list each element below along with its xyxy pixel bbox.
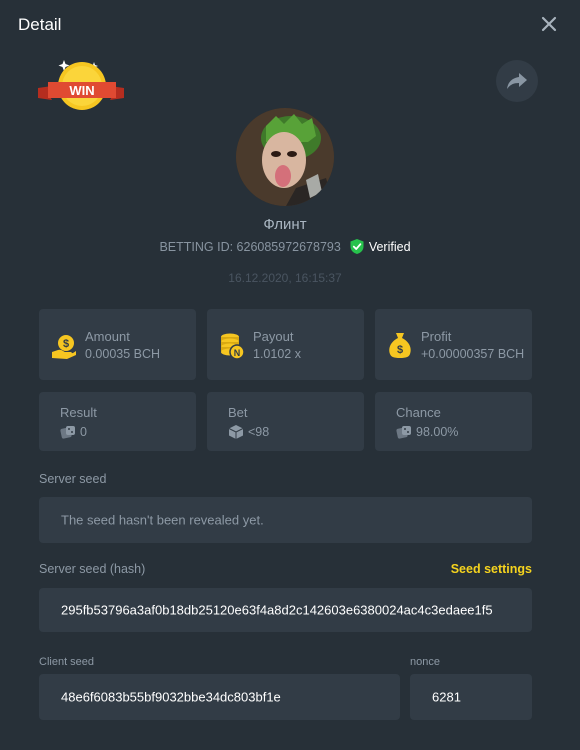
- dice-icon: [60, 424, 76, 445]
- svg-text:$: $: [63, 338, 69, 350]
- verified-label: Verified: [368, 239, 411, 254]
- chance-card: Chance 98.00%: [375, 392, 532, 451]
- bet-timestamp: 16.12.2020, 16:15:37: [228, 271, 342, 285]
- coin-stack-icon: N: [219, 331, 245, 366]
- result-card: Result 0: [39, 392, 196, 451]
- avatar: [236, 108, 334, 206]
- client-seed-value: 48e6f6083b55bf9032bbe34dc803bf1e: [61, 689, 281, 705]
- betting-id-row: BETTING ID: 626085972678793 Verified: [0, 238, 570, 255]
- nonce-label: nonce: [410, 656, 440, 668]
- money-bag-icon: $: [388, 331, 412, 364]
- amount-label: Amount: [85, 329, 130, 344]
- chance-value: 98.00%: [416, 425, 459, 439]
- svg-text:$: $: [397, 344, 403, 356]
- share-button[interactable]: [496, 60, 538, 102]
- server-seed-label: Server seed: [39, 472, 107, 486]
- payout-value: 1.0102 x: [253, 347, 301, 361]
- result-value: 0: [80, 425, 87, 439]
- modal-title: Detail: [18, 15, 62, 34]
- server-seed-hash-value: 295fb53796a3af0b18db25120e63f4a8d2c14260…: [61, 602, 493, 618]
- verified-badge: Verified: [349, 238, 411, 255]
- payout-card: N Payout 1.0102 x: [207, 309, 364, 380]
- server-seed-field: The seed hasn't been revealed yet.: [39, 497, 532, 543]
- bet-label: Bet: [228, 405, 248, 420]
- win-badge: WIN: [36, 58, 126, 114]
- dice-icon: [396, 424, 412, 445]
- server-seed-hash-label: Server seed (hash): [39, 562, 146, 576]
- verified-shield-icon: [350, 239, 364, 254]
- payout-label: Payout: [253, 329, 294, 344]
- client-seed-label: Client seed: [39, 656, 95, 668]
- money-hand-icon: $: [51, 334, 77, 365]
- client-seed-field[interactable]: 48e6f6083b55bf9032bbe34dc803bf1e: [39, 674, 400, 720]
- bet-value: <98: [248, 425, 270, 439]
- amount-card: $ Amount 0.00035 BCH: [39, 309, 196, 380]
- nonce-field[interactable]: 6281: [410, 674, 532, 720]
- betting-id: BETTING ID: 626085972678793: [159, 239, 341, 254]
- nonce-value: 6281: [432, 689, 461, 705]
- username: Флинт: [263, 216, 307, 233]
- profit-label: Profit: [421, 329, 452, 344]
- chance-label: Chance: [396, 405, 441, 420]
- close-icon[interactable]: [538, 13, 560, 35]
- win-badge-text: WIN: [69, 83, 94, 98]
- bet-detail-modal: Detail WIN Флинт BETTING ID: 62608597267…: [0, 0, 580, 750]
- result-label: Result: [60, 405, 97, 420]
- amount-value: 0.00035 BCH: [85, 347, 161, 361]
- profit-card: $ Profit +0.00000357 BCH: [375, 309, 532, 380]
- server-seed-value: The seed hasn't been revealed yet.: [61, 512, 264, 528]
- svg-text:N: N: [234, 348, 241, 358]
- profit-value: +0.00000357 BCH: [421, 347, 525, 361]
- server-seed-hash-field[interactable]: 295fb53796a3af0b18db25120e63f4a8d2c14260…: [39, 588, 532, 632]
- seed-settings-link[interactable]: Seed settings: [451, 562, 532, 576]
- die-icon: [228, 424, 244, 445]
- share-icon: [507, 73, 527, 89]
- bet-card: Bet <98: [207, 392, 364, 451]
